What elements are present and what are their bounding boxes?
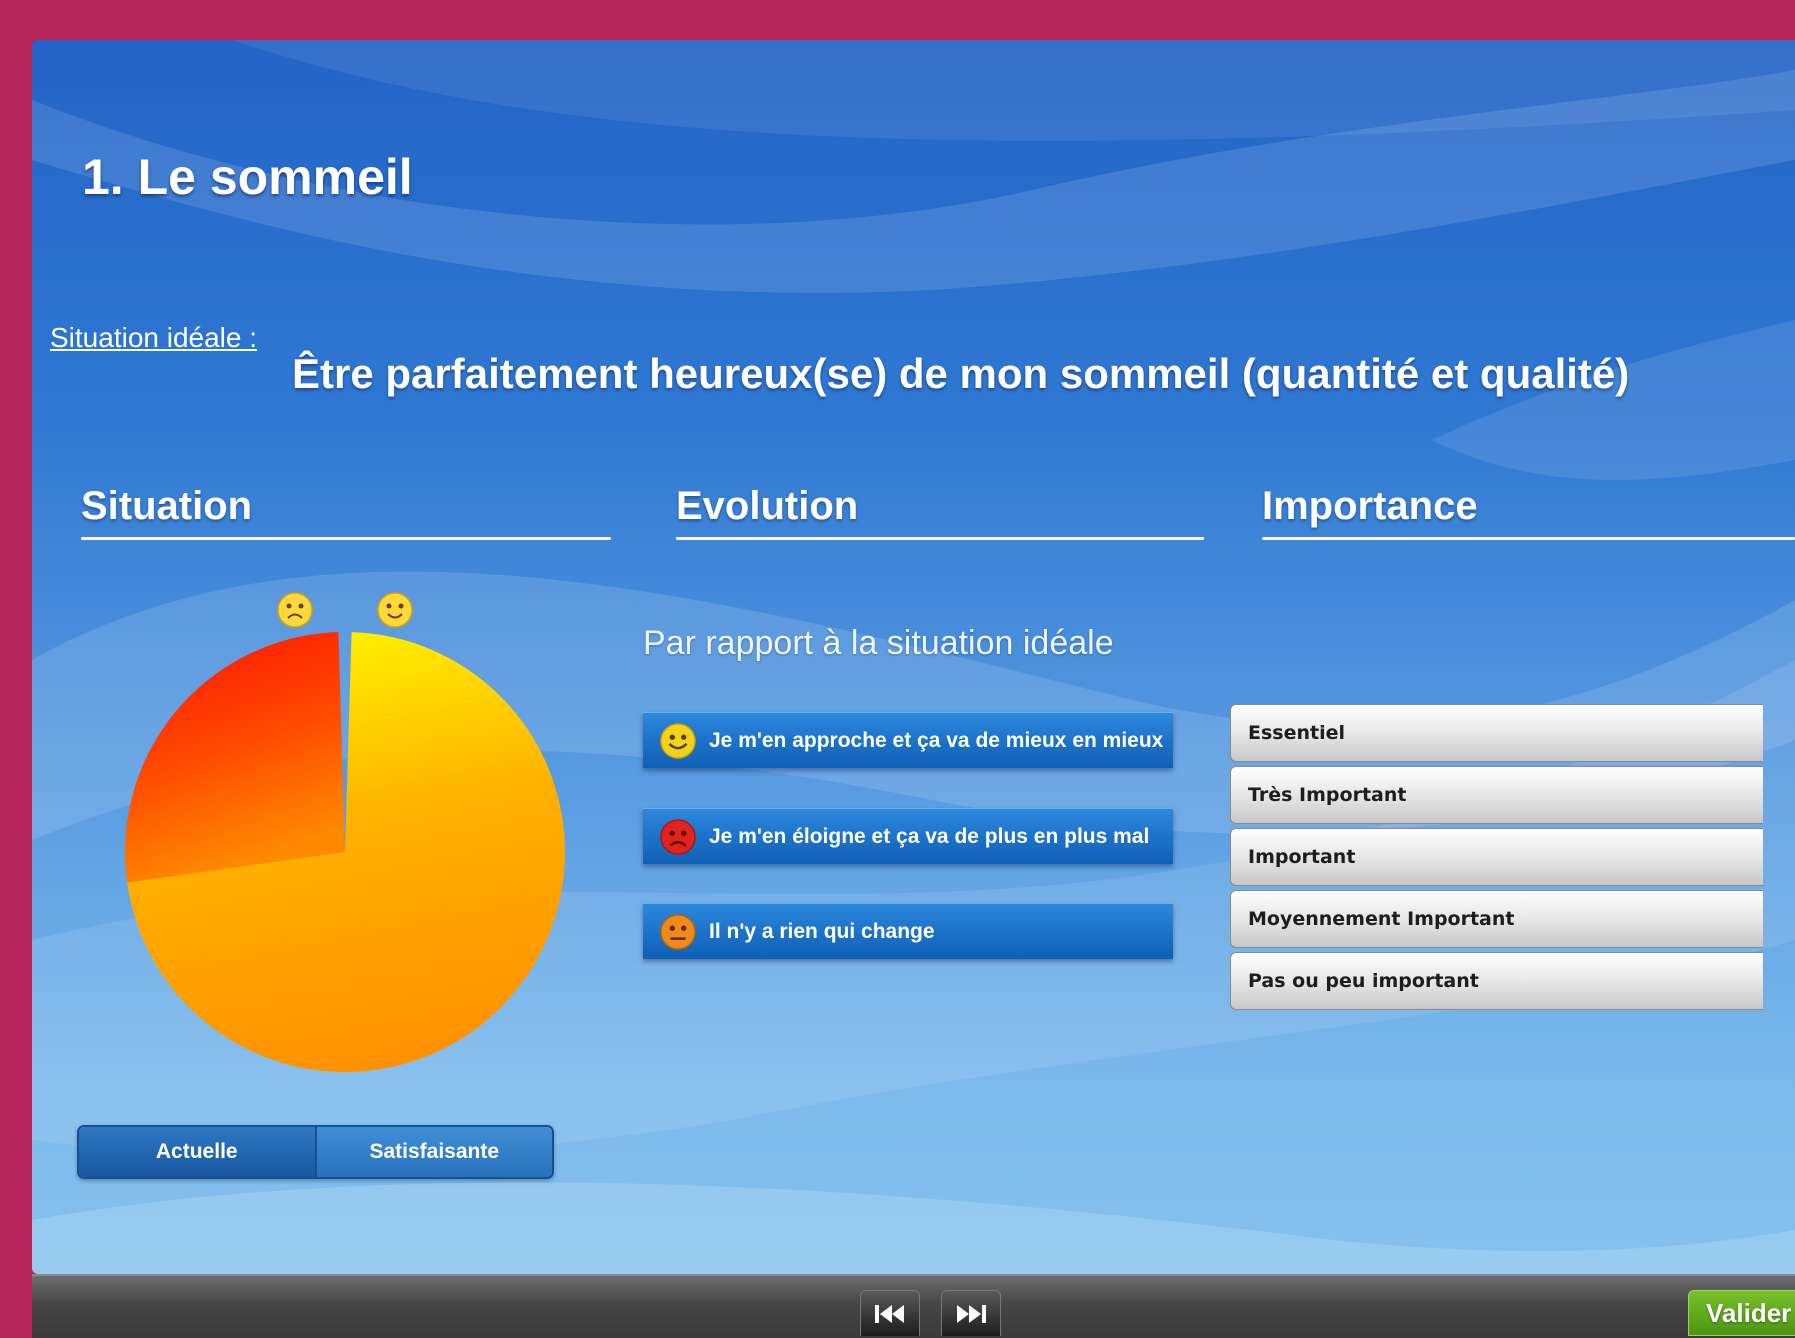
neutral-face-icon xyxy=(660,913,696,950)
situation-pie-chart[interactable] xyxy=(70,580,600,1100)
evolution-divider xyxy=(676,537,1204,540)
page-title: 1. Le sommeil xyxy=(82,149,413,205)
happy-face-icon xyxy=(377,592,413,628)
importance-essentiel[interactable]: Essentiel xyxy=(1230,704,1763,762)
evolution-heading: Evolution xyxy=(676,484,859,528)
importance-tres-important[interactable]: Très Important xyxy=(1230,766,1763,824)
skip-forward-icon xyxy=(957,1304,986,1323)
importance-pas-ou-peu-important[interactable]: Pas ou peu important xyxy=(1230,952,1763,1010)
situation-mode-toggle: Actuelle Satisfaisante xyxy=(77,1125,554,1179)
validate-button[interactable]: Valider xyxy=(1688,1290,1795,1336)
skip-back-icon xyxy=(875,1304,904,1323)
evolution-option-same[interactable]: Il n'y a rien qui change xyxy=(643,903,1173,959)
next-button[interactable] xyxy=(941,1290,1001,1336)
sad-face-icon xyxy=(277,592,313,628)
importance-moyennement-important[interactable]: Moyennement Important xyxy=(1230,890,1763,948)
previous-button[interactable] xyxy=(860,1290,920,1336)
importance-heading: Importance xyxy=(1262,484,1478,528)
evolution-option-worse[interactable]: Je m'en éloigne et ça va de plus en plus… xyxy=(643,808,1173,864)
importance-important[interactable]: Important xyxy=(1230,828,1763,886)
evolution-option-label: Je m'en approche et ça va de mieux en mi… xyxy=(709,728,1164,752)
satisfaisante-button[interactable]: Satisfaisante xyxy=(314,1127,552,1177)
evolution-subtitle: Par rapport à la situation idéale xyxy=(643,624,1114,662)
happy-face-icon xyxy=(660,722,696,759)
situation-heading: Situation xyxy=(81,484,253,528)
sad-face-icon xyxy=(660,818,696,855)
situation-divider xyxy=(81,537,611,540)
ideal-situation-label: Situation idéale : xyxy=(50,322,258,353)
ideal-situation-text: Être parfaitement heureux(se) de mon som… xyxy=(292,350,1630,397)
evolution-option-better[interactable]: Je m'en approche et ça va de mieux en mi… xyxy=(643,712,1173,768)
pie-slice-unsatisfied[interactable] xyxy=(125,632,345,883)
evolution-option-label: Je m'en éloigne et ça va de plus en plus… xyxy=(709,824,1150,848)
actuelle-button[interactable]: Actuelle xyxy=(79,1127,315,1177)
importance-divider xyxy=(1262,537,1795,540)
evolution-option-label: Il n'y a rien qui change xyxy=(709,919,935,943)
